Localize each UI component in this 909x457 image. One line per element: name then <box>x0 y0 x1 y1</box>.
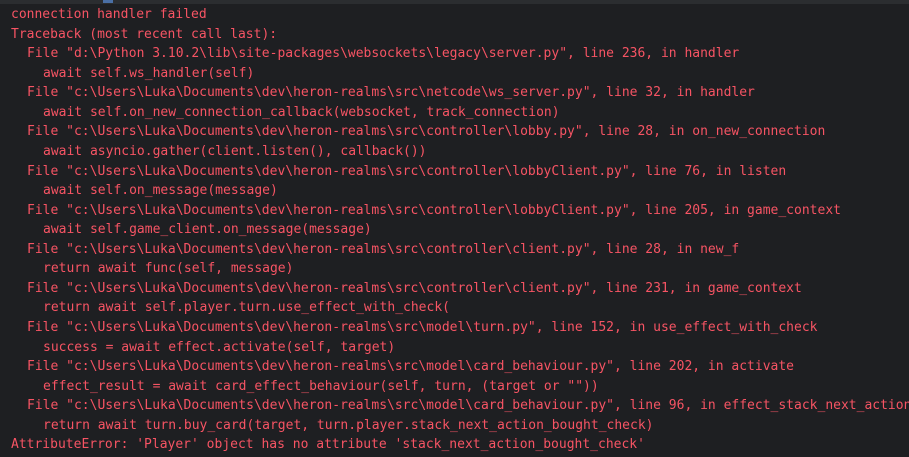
scroll-indicator <box>103 0 113 3</box>
traceback-line: Traceback (most recent call last): <box>11 26 278 42</box>
traceback-line: connection handler failed <box>11 7 207 22</box>
traceback-line: File "c:\Users\Luka\Documents\dev\heron-… <box>27 202 841 218</box>
traceback-line: return await self.player.turn.use_effect… <box>43 300 450 316</box>
traceback-line: await self.ws_handler(self) <box>43 65 255 81</box>
traceback-line: File "c:\Users\Luka\Documents\dev\heron-… <box>27 359 795 375</box>
traceback-line: await self.on_new_connection_callback(we… <box>43 104 560 120</box>
traceback-line: await self.game_client.on_message(messag… <box>43 222 372 238</box>
traceback-line: await self.on_message(message) <box>43 183 278 199</box>
traceback-line: File "c:\Users\Luka\Documents\dev\heron-… <box>27 320 818 335</box>
traceback-line: await asyncio.gather(client.listen(), ca… <box>43 143 427 159</box>
traceback-line: AttributeError: 'Player' object has no a… <box>11 437 645 453</box>
traceback-line: return await func(self, message) <box>43 261 294 277</box>
traceback-line: effect_result = await card_effect_behavi… <box>43 378 599 394</box>
traceback-line: return await turn.buy_card(target, turn.… <box>43 417 654 433</box>
traceback-line: File "c:\Users\Luka\Documents\dev\heron-… <box>27 85 755 101</box>
traceback-line: File "c:\Users\Luka\Documents\dev\heron-… <box>27 241 740 257</box>
traceback-line: File "d:\Python 3.10.2\lib\site-packages… <box>27 46 740 62</box>
panel-top-edge <box>0 0 909 4</box>
traceback-line: File "c:\Users\Luka\Documents\dev\heron-… <box>27 280 802 296</box>
terminal-panel[interactable]: connection handler failed Traceback (most… <box>0 0 909 457</box>
traceback-line: File "c:\Users\Luka\Documents\dev\heron-… <box>27 398 909 414</box>
traceback-line: success = await effect.activate(self, ta… <box>43 339 396 355</box>
traceback-line: File "c:\Users\Luka\Documents\dev\heron-… <box>27 163 787 179</box>
traceback-line: File "c:\Users\Luka\Documents\dev\heron-… <box>27 124 826 140</box>
traceback-output[interactable]: connection handler failed Traceback (most… <box>11 5 909 455</box>
